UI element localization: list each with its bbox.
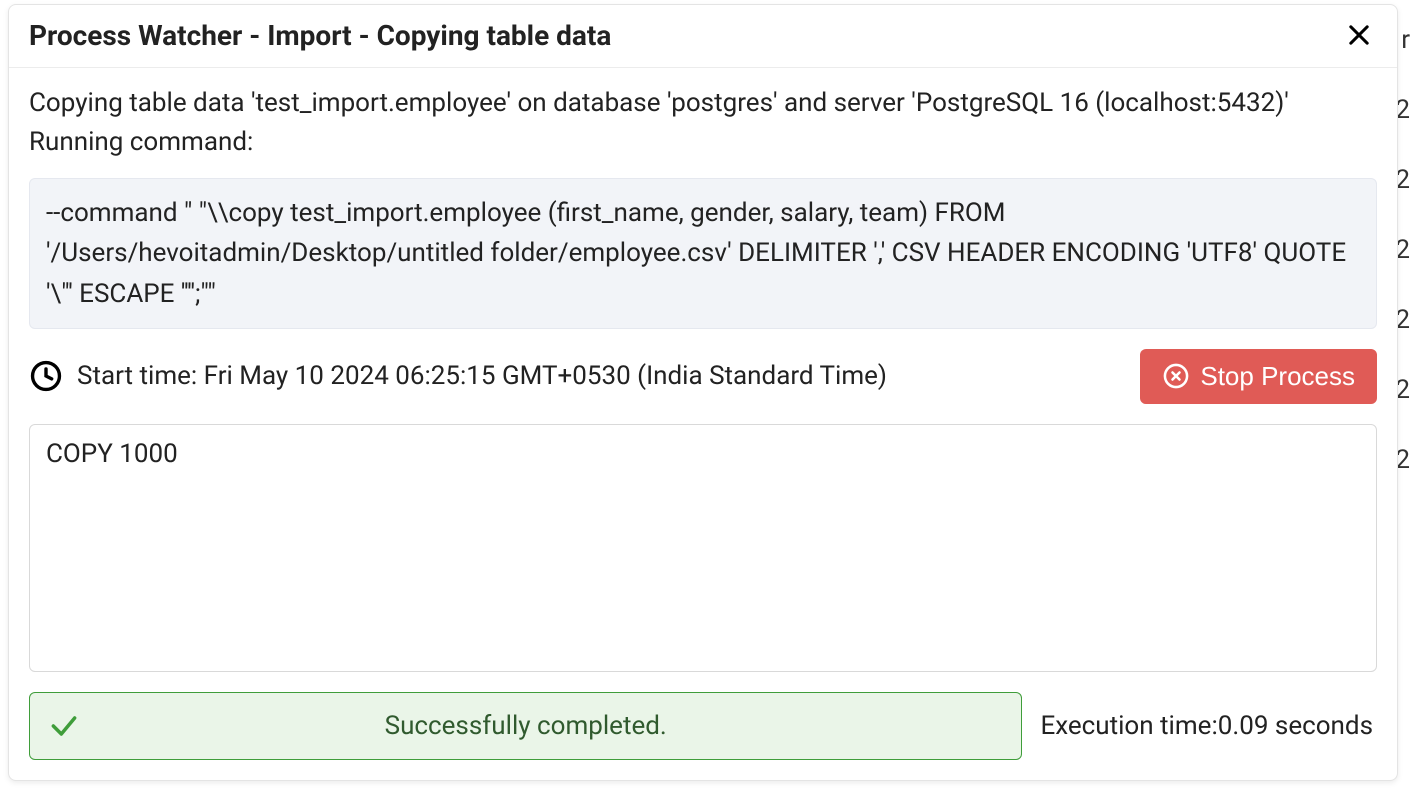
output-box[interactable]: COPY 1000	[29, 424, 1377, 672]
execution-time: Execution time: 0.09 seconds	[1040, 692, 1377, 760]
command-box: --command " "\\copy test_import.employee…	[29, 178, 1377, 329]
start-time-row: Start time: Fri May 10 2024 06:25:15 GMT…	[29, 349, 1377, 404]
clock-icon	[29, 359, 63, 393]
description-text: Copying table data 'test_import.employee…	[29, 84, 1377, 123]
process-watcher-dialog: Process Watcher - Import - Copying table…	[8, 4, 1398, 781]
stop-process-button[interactable]: Stop Process	[1140, 349, 1377, 404]
footer-row: Successfully completed. Execution time: …	[29, 692, 1377, 760]
start-time-text: Start time: Fri May 10 2024 06:25:15 GMT…	[77, 361, 1126, 391]
check-icon	[48, 710, 80, 742]
output-line: COPY 1000	[46, 439, 1360, 469]
success-status: Successfully completed.	[29, 692, 1022, 760]
running-command-label: Running command:	[29, 123, 1377, 162]
success-message: Successfully completed.	[385, 711, 667, 741]
stop-process-label: Stop Process	[1200, 361, 1355, 392]
stop-icon	[1162, 362, 1190, 390]
dialog-title: Process Watcher - Import - Copying table…	[29, 19, 1341, 52]
dialog-header: Process Watcher - Import - Copying table…	[9, 5, 1397, 68]
close-icon	[1345, 21, 1373, 49]
dialog-body: Copying table data 'test_import.employee…	[9, 68, 1397, 780]
close-button[interactable]	[1341, 17, 1377, 53]
